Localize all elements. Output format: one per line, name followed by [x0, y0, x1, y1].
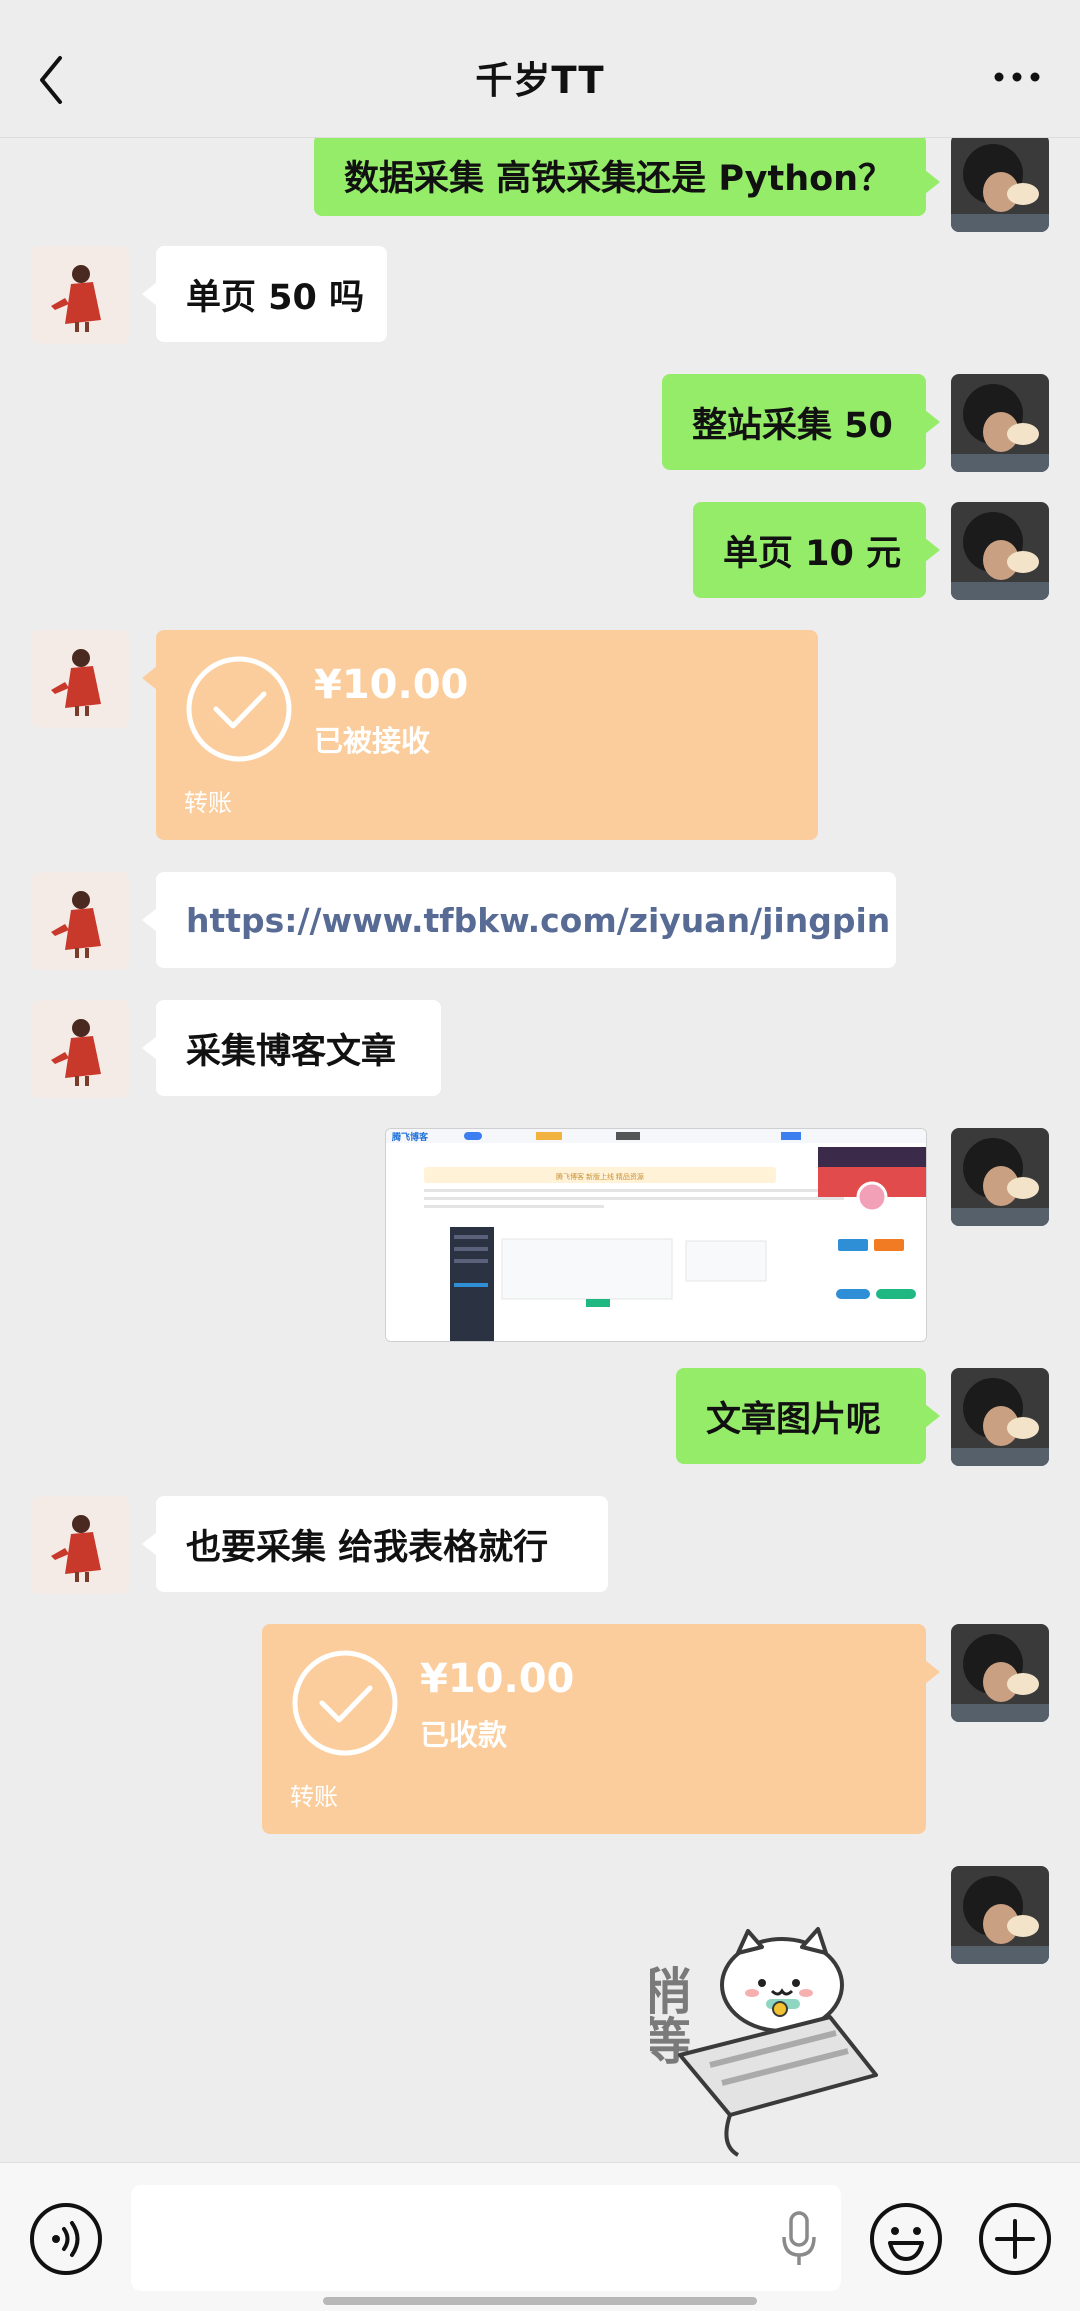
- contact-avatar[interactable]: [31, 1000, 129, 1098]
- message-link[interactable]: https://www.tfbkw.com/ziyuan/jingpin: [186, 901, 890, 940]
- transfer-card[interactable]: ¥10.00 已收款 转账: [262, 1624, 940, 1834]
- self-avatar[interactable]: [951, 1624, 1049, 1722]
- chat-title: 千岁TT: [475, 59, 605, 102]
- transfer-label: 转账: [184, 789, 232, 817]
- message-text: 整站采集 50: [692, 405, 893, 446]
- transfer-label: 转账: [290, 1783, 338, 1811]
- more-functions-button[interactable]: [977, 2201, 1053, 2277]
- site-name: 腾飞博客: [391, 1131, 429, 1142]
- message-text: 单页 10 元: [723, 533, 902, 574]
- plus-icon: [979, 2203, 1051, 2275]
- contact-avatar[interactable]: [31, 1496, 129, 1594]
- transfer-status: 已收款: [420, 1718, 508, 1752]
- website-screenshot-image: 腾飞博客 腾飞博客 新版上线 精品资源: [386, 1129, 926, 1341]
- emoji-button[interactable]: [868, 2201, 944, 2277]
- chat-header: 千岁TT: [0, 0, 1080, 138]
- self-avatar[interactable]: [951, 1128, 1049, 1226]
- sticker-caption: 稍等: [650, 1965, 691, 2065]
- microphone-icon[interactable]: [779, 2209, 819, 2269]
- self-avatar[interactable]: [951, 374, 1049, 472]
- check-circle-icon: [186, 656, 292, 762]
- transfer-amount: ¥10.00: [420, 1656, 575, 1702]
- transfer-amount: ¥10.00: [314, 662, 469, 708]
- contact-avatar[interactable]: [31, 872, 129, 970]
- message-text: 数据采集 高铁采集还是 Python？: [344, 158, 894, 199]
- message-text: 单页 50 吗: [186, 277, 365, 318]
- message-text: 文章图片呢: [706, 1399, 882, 1440]
- message-bubble[interactable]: https://www.tfbkw.com/ziyuan/jingpin: [142, 872, 896, 968]
- image-message[interactable]: 腾飞博客 腾飞博客 新版上线 精品资源: [385, 1128, 927, 1342]
- input-toolbar: [0, 2162, 1080, 2311]
- contact-avatar[interactable]: [31, 246, 129, 344]
- check-circle-icon: [292, 1650, 398, 1756]
- contact-avatar[interactable]: [31, 630, 129, 728]
- emoji-icon: [870, 2203, 942, 2275]
- message-bubble[interactable]: 整站采集 50: [662, 374, 940, 470]
- more-dots-icon: [994, 72, 1040, 82]
- message-bubble[interactable]: 文章图片呢: [676, 1368, 940, 1464]
- site-banner: 腾飞博客 新版上线 精品资源: [556, 1172, 644, 1181]
- self-avatar[interactable]: [951, 502, 1049, 600]
- more-button[interactable]: [982, 62, 1052, 92]
- voice-icon: [30, 2203, 102, 2275]
- self-avatar[interactable]: [951, 138, 1049, 232]
- message-bubble[interactable]: 单页 50 吗: [142, 246, 387, 342]
- message-list[interactable]: 数据采集 高铁采集还是 Python？ 单页 50 吗 整站采集 50 单页 1…: [0, 138, 1080, 2162]
- message-input[interactable]: [131, 2185, 841, 2291]
- transfer-card[interactable]: ¥10.00 已被接收 转账: [142, 630, 818, 840]
- transfer-status: 已被接收: [314, 724, 431, 758]
- voice-button[interactable]: [28, 2201, 104, 2277]
- message-text: 采集博客文章: [186, 1031, 397, 1072]
- cat-typing-sticker-image: 稍等: [633, 1927, 878, 2157]
- self-avatar[interactable]: [951, 1368, 1049, 1466]
- home-indicator[interactable]: [323, 2297, 757, 2305]
- message-bubble[interactable]: 数据采集 高铁采集还是 Python？: [314, 138, 940, 216]
- message-bubble[interactable]: 采集博客文章: [142, 1000, 441, 1096]
- message-bubble[interactable]: 单页 10 元: [693, 502, 940, 598]
- message-text: 也要采集 给我表格就行: [186, 1527, 549, 1568]
- message-bubble[interactable]: 也要采集 给我表格就行: [142, 1496, 608, 1592]
